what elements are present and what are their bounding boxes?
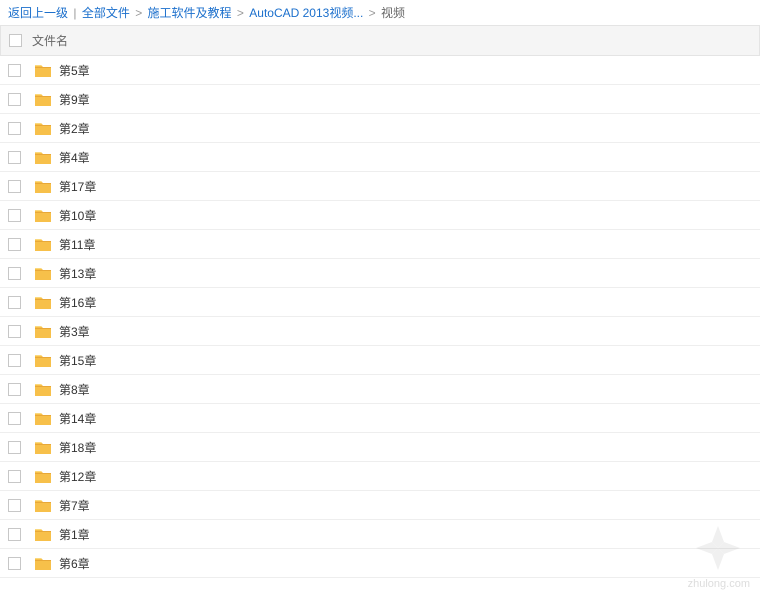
folder-icon [35,440,51,454]
file-name[interactable]: 第5章 [59,62,90,79]
file-checkbox[interactable] [8,209,21,222]
file-checkbox[interactable] [8,528,21,541]
file-row: 第17章 [0,172,760,201]
file-checkbox[interactable] [8,151,21,164]
file-name[interactable]: 第7章 [59,497,90,514]
file-name[interactable]: 第15章 [59,352,96,369]
folder-icon [35,324,51,338]
folder-icon [35,353,51,367]
file-name[interactable]: 第16章 [59,294,96,311]
file-row: 第9章 [0,85,760,114]
file-checkbox[interactable] [8,354,21,367]
file-row: 第4章 [0,143,760,172]
breadcrumb-back[interactable]: 返回上一级 [8,6,68,20]
breadcrumb-divider: | [73,6,76,20]
file-name[interactable]: 第10章 [59,207,96,224]
file-checkbox[interactable] [8,441,21,454]
file-row: 第3章 [0,317,760,346]
folder-icon [35,382,51,396]
file-row: 第2章 [0,114,760,143]
breadcrumb-current: 视频 [381,6,405,20]
folder-icon [35,121,51,135]
folder-icon [35,266,51,280]
folder-icon [35,295,51,309]
file-checkbox[interactable] [8,93,21,106]
file-checkbox[interactable] [8,557,21,570]
file-list: 第5章第9章第2章第4章第17章第10章第11章第13章第16章第3章第15章第… [0,56,760,578]
breadcrumb: 返回上一级 | 全部文件 > 施工软件及教程 > AutoCAD 2013视频.… [0,0,760,25]
file-name[interactable]: 第8章 [59,381,90,398]
folder-icon [35,237,51,251]
file-name[interactable]: 第14章 [59,410,96,427]
file-name[interactable]: 第17章 [59,178,96,195]
file-name[interactable]: 第12章 [59,468,96,485]
file-row: 第18章 [0,433,760,462]
file-checkbox[interactable] [8,470,21,483]
file-checkbox[interactable] [8,267,21,280]
file-row: 第12章 [0,462,760,491]
folder-icon [35,179,51,193]
folder-icon [35,498,51,512]
column-header-filename[interactable]: 文件名 [32,32,68,49]
folder-icon [35,556,51,570]
folder-icon [35,208,51,222]
file-checkbox[interactable] [8,238,21,251]
breadcrumb-item-0[interactable]: 全部文件 [82,6,130,20]
folder-icon [35,411,51,425]
file-name[interactable]: 第6章 [59,555,90,572]
file-row: 第16章 [0,288,760,317]
file-name[interactable]: 第13章 [59,265,96,282]
file-row: 第6章 [0,549,760,578]
file-name[interactable]: 第18章 [59,439,96,456]
file-checkbox[interactable] [8,412,21,425]
file-name[interactable]: 第3章 [59,323,90,340]
file-checkbox[interactable] [8,122,21,135]
folder-icon [35,469,51,483]
watermark-text: zhulong.com [688,578,750,590]
file-checkbox[interactable] [8,499,21,512]
breadcrumb-sep: > [135,6,142,20]
file-checkbox[interactable] [8,64,21,77]
breadcrumb-item-2[interactable]: AutoCAD 2013视频... [249,6,363,20]
select-all-checkbox[interactable] [9,34,22,47]
breadcrumb-item-1[interactable]: 施工软件及教程 [148,6,232,20]
file-row: 第7章 [0,491,760,520]
file-name[interactable]: 第4章 [59,149,90,166]
file-row: 第5章 [0,56,760,85]
file-row: 第15章 [0,346,760,375]
folder-icon [35,150,51,164]
file-checkbox[interactable] [8,325,21,338]
file-row: 第13章 [0,259,760,288]
file-row: 第11章 [0,230,760,259]
file-checkbox[interactable] [8,383,21,396]
file-row: 第14章 [0,404,760,433]
breadcrumb-sep: > [237,6,244,20]
file-name[interactable]: 第9章 [59,91,90,108]
file-name[interactable]: 第1章 [59,526,90,543]
file-row: 第1章 [0,520,760,549]
file-checkbox[interactable] [8,296,21,309]
file-row: 第8章 [0,375,760,404]
file-name[interactable]: 第11章 [59,236,95,253]
folder-icon [35,527,51,541]
breadcrumb-sep: > [369,6,376,20]
file-name[interactable]: 第2章 [59,120,90,137]
folder-icon [35,63,51,77]
folder-icon [35,92,51,106]
list-header: 文件名 [0,25,760,56]
file-checkbox[interactable] [8,180,21,193]
file-row: 第10章 [0,201,760,230]
